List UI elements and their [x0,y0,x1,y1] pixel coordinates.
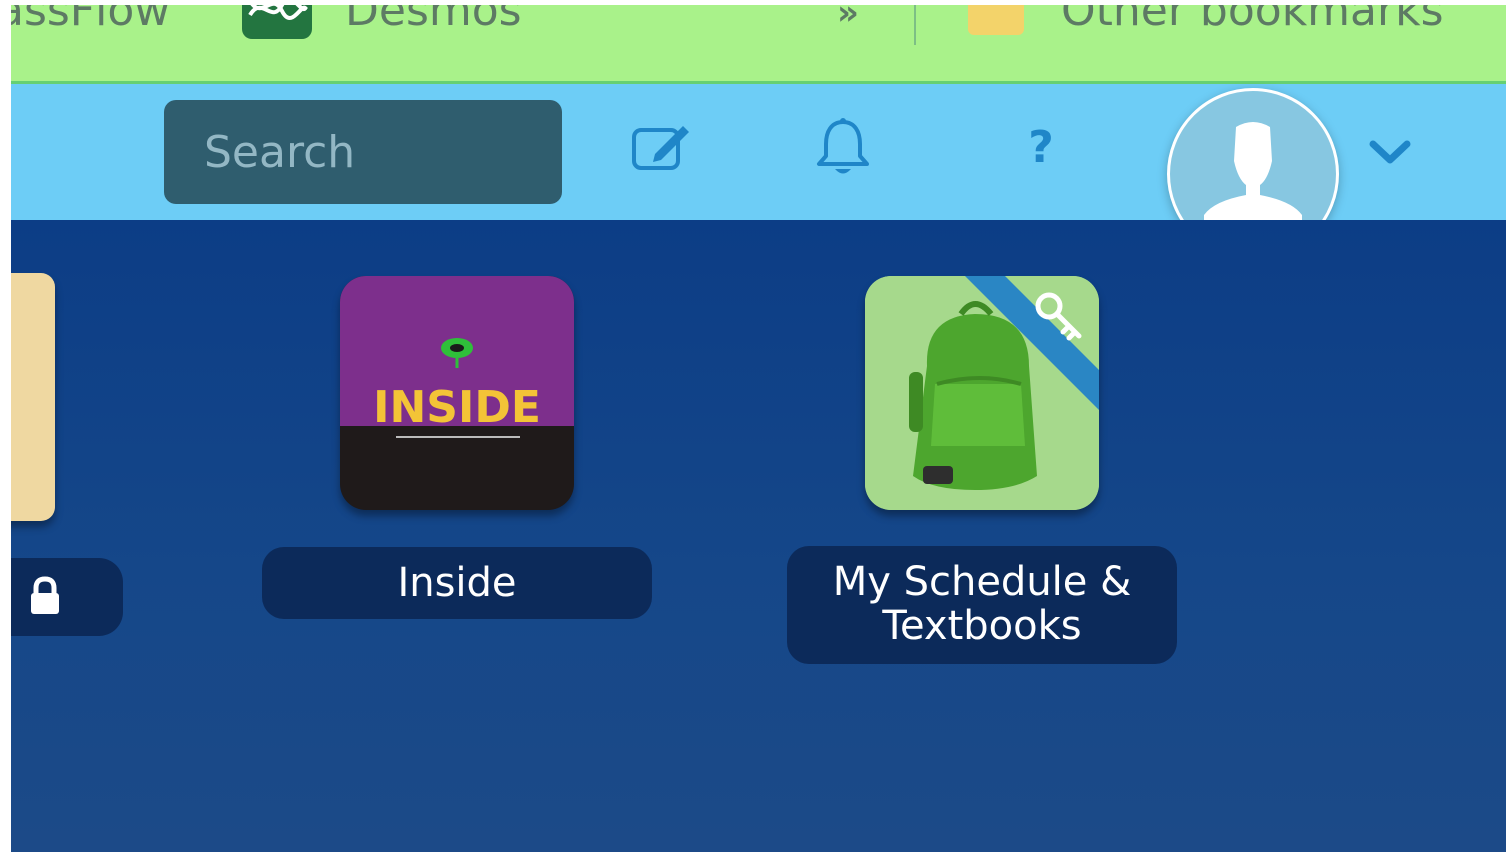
chevron-down-icon[interactable] [1365,134,1415,168]
bookmarks-overflow-chevron-icon[interactable]: » [837,5,859,33]
schedule-label-line1: My Schedule & [832,559,1132,605]
backpack-key-icon [865,276,1099,510]
bell-icon[interactable] [815,116,871,178]
inside-icon-logo-text: INSIDE [373,382,541,433]
other-bookmarks[interactable]: Other bookmarks [1061,5,1444,33]
help-icon[interactable]: ? [1016,118,1066,178]
desmos-icon[interactable] [242,5,312,39]
bookmark-classflow[interactable]: assFlow [11,5,170,33]
bookmarks-divider [914,5,916,45]
schedule-label-line2: Textbooks [882,603,1082,649]
search-input[interactable] [164,100,562,204]
app-root: assFlow Desmos » Other bookmarks Search … [11,5,1506,852]
inside-app-icon[interactable]: INSIDE [340,276,574,510]
bookmark-desmos[interactable]: Desmos [345,5,522,33]
folder-icon[interactable] [968,5,1024,35]
inside-app-label[interactable]: Inside [262,547,652,619]
app-grid: INSIDE Inside My Schedule & Textbooks [11,220,1506,852]
app-tile-partial-label[interactable] [11,558,123,636]
schedule-textbooks-app-icon[interactable] [865,276,1099,510]
edit-icon[interactable] [631,122,693,172]
bookmarks-bar: assFlow Desmos » Other bookmarks [11,5,1506,84]
lock-icon [31,576,59,614]
app-tile-partial-icon[interactable] [11,273,55,521]
schedule-textbooks-app-label[interactable]: My Schedule & Textbooks [787,546,1177,664]
help-label: ? [1028,122,1054,173]
